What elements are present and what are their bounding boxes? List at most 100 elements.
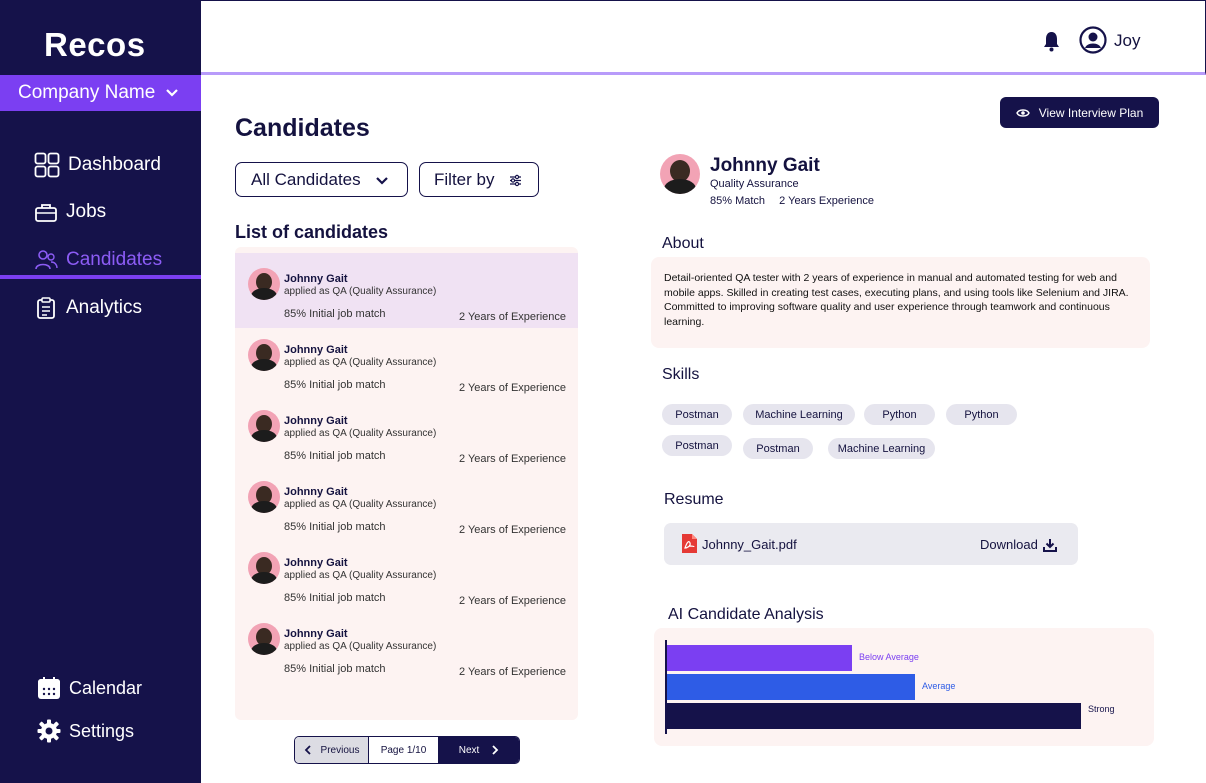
filter-label: Filter by: [434, 169, 495, 189]
candidate-applied: applied as QA (Quality Assurance): [284, 641, 437, 652]
view-interview-plan-button[interactable]: View Interview Plan: [1000, 97, 1159, 128]
skill-chip: Machine Learning: [743, 404, 855, 425]
sidebar-item-jobs[interactable]: Jobs: [34, 200, 106, 224]
chart-bar-label: Strong: [1088, 704, 1115, 714]
candidate-experience: 2 Years of Experience: [458, 311, 566, 323]
view-plan-label: View Interview Plan: [1038, 105, 1144, 120]
candidate-item[interactable]: Johnny Gait applied as QA (Quality Assur…: [235, 537, 578, 612]
chevron-right-icon: [492, 745, 499, 755]
detail-match: 85% Match: [710, 195, 766, 207]
calendar-icon: [38, 677, 60, 699]
company-selector[interactable]: Company Name: [0, 75, 201, 111]
candidate-name: Johnny Gait: [284, 415, 348, 427]
candidate-applied: applied as QA (Quality Assurance): [284, 570, 437, 581]
eye-icon: [1015, 108, 1030, 117]
filter-button[interactable]: Filter by: [419, 162, 539, 197]
sidebar-item-settings[interactable]: Settings: [37, 719, 134, 743]
resume-filename[interactable]: Johnny_Gait.pdf: [702, 537, 797, 552]
about-title: About: [662, 235, 704, 252]
candidate-applied: applied as QA (Quality Assurance): [284, 499, 437, 510]
candidate-experience: 2 Years of Experience: [458, 453, 566, 465]
company-name: Company Name: [18, 82, 156, 103]
analysis-title: AI Candidate Analysis: [668, 606, 824, 623]
avatar: [248, 481, 280, 513]
about-text: Detail-oriented QA tester with 2 years o…: [651, 257, 1150, 348]
avatar: [248, 623, 280, 655]
sidebar-item-candidates[interactable]: Candidates: [34, 248, 162, 272]
detail-experience: 2 Years Experience: [779, 195, 874, 207]
candidate-applied: applied as QA (Quality Assurance): [284, 286, 437, 297]
sidebar-item-analytics[interactable]: Analytics: [34, 296, 142, 320]
skill-chip: Machine Learning: [828, 438, 935, 459]
sidebar: Recos Company Name Dashboard Jobs Candid…: [0, 0, 201, 783]
candidate-applied: applied as QA (Quality Assurance): [284, 357, 437, 368]
candidate-list: Johnny Gait applied as QA (Quality Assur…: [235, 247, 578, 720]
skill-chip: Postman: [662, 404, 732, 425]
pdf-icon: [682, 534, 697, 553]
user-avatar-icon[interactable]: [1079, 26, 1107, 54]
app-logo[interactable]: Recos: [44, 26, 146, 64]
detail-avatar: [660, 154, 700, 194]
top-bar: Joy: [201, 0, 1206, 75]
next-button[interactable]: Next: [439, 737, 519, 763]
gear-icon: [37, 719, 61, 743]
candidate-item[interactable]: Johnny Gait applied as QA (Quality Assur…: [235, 324, 578, 399]
download-label: Download: [980, 537, 1038, 552]
sliders-icon: [510, 174, 521, 187]
candidate-match: 85% Initial job match: [284, 592, 386, 604]
skill-chip: Python: [946, 404, 1017, 425]
skill-chip: Python: [864, 404, 935, 425]
page-title: Candidates: [235, 114, 370, 142]
dashboard-icon: [34, 152, 60, 178]
candidates-icon: [35, 250, 58, 270]
sidebar-item-dashboard[interactable]: Dashboard: [34, 152, 161, 178]
candidate-item[interactable]: Johnny Gait applied as QA (Quality Assur…: [235, 466, 578, 541]
candidate-name: Johnny Gait: [284, 273, 348, 285]
clipboard-icon: [37, 297, 55, 319]
dropdown-label: All Candidates: [251, 169, 361, 189]
candidates-dropdown[interactable]: All Candidates: [235, 162, 408, 197]
candidate-match: 85% Initial job match: [284, 450, 386, 462]
candidate-match: 85% Initial job match: [284, 521, 386, 533]
candidate-experience: 2 Years of Experience: [458, 666, 566, 678]
chart-bar-label: Below Average: [859, 652, 919, 662]
pagination: Previous Page 1/10 Next: [294, 736, 520, 764]
chart-bar-below-average: [667, 645, 852, 671]
skills-title: Skills: [662, 366, 700, 383]
active-indicator: [0, 275, 201, 279]
skill-chip: Postman: [662, 435, 732, 456]
previous-label: Previous: [320, 744, 360, 756]
chart-bar-strong: [667, 703, 1081, 729]
avatar: [248, 552, 280, 584]
chevron-down-icon: [376, 177, 388, 185]
sidebar-item-label: Calendar: [69, 677, 143, 698]
sidebar-item-label: Settings: [69, 720, 135, 741]
sidebar-item-label: Analytics: [66, 297, 143, 318]
previous-button[interactable]: Previous: [295, 737, 369, 763]
detail-meta: 85% Match 2 Years Experience: [710, 195, 874, 207]
chevron-left-icon: [304, 745, 311, 755]
detail-role: Quality Assurance: [710, 178, 799, 190]
candidate-experience: 2 Years of Experience: [458, 524, 566, 536]
bell-icon[interactable]: [1043, 31, 1060, 52]
page-indicator: Page 1/10: [369, 737, 439, 763]
candidate-item[interactable]: Johnny Gait applied as QA (Quality Assur…: [235, 608, 578, 683]
list-heading: List of candidates: [235, 222, 389, 242]
resume-card: Johnny_Gait.pdf Download: [664, 523, 1078, 565]
avatar: [248, 339, 280, 371]
candidate-item[interactable]: Johnny Gait applied as QA (Quality Assur…: [235, 395, 578, 470]
sidebar-item-label: Dashboard: [68, 154, 161, 175]
candidate-name: Johnny Gait: [284, 344, 348, 356]
candidate-item[interactable]: Johnny Gait applied as QA (Quality Assur…: [235, 253, 578, 328]
sidebar-item-label: Candidates: [66, 249, 163, 270]
download-button[interactable]: Download: [980, 537, 1057, 552]
sidebar-item-calendar[interactable]: Calendar: [37, 676, 142, 700]
candidate-name: Johnny Gait: [284, 628, 348, 640]
candidate-experience: 2 Years of Experience: [458, 595, 566, 607]
chart-bar-average: [667, 674, 915, 700]
next-label: Next: [458, 744, 480, 756]
user-name[interactable]: Joy: [1114, 31, 1140, 51]
skill-chip: Postman: [743, 438, 813, 459]
avatar: [248, 268, 280, 300]
resume-title: Resume: [664, 491, 724, 508]
